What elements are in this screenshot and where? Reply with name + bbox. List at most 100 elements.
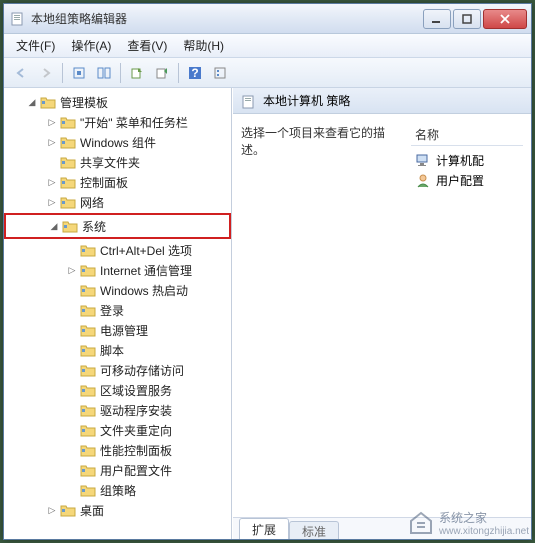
tree-item[interactable]: 组策略 xyxy=(4,480,231,500)
tree-item[interactable]: ▷ Windows 组件 xyxy=(4,132,231,152)
tree-label: 电源管理 xyxy=(100,322,148,339)
tree-item[interactable]: 登录 xyxy=(4,300,231,320)
tree-label: 管理模板 xyxy=(60,94,108,111)
tree-item[interactable]: ▷ "开始" 菜单和任务栏 xyxy=(4,112,231,132)
tree-label: Internet 通信管理 xyxy=(100,262,192,279)
details-panel: 本地计算机 策略 选择一个项目来查看它的描述。 名称 计算机配 用户配置 xyxy=(232,88,531,539)
tree-root[interactable]: ◢ 管理模板 xyxy=(4,92,231,112)
list-item-computer[interactable]: 计算机配 xyxy=(411,150,523,170)
tree-label: "开始" 菜单和任务栏 xyxy=(80,114,188,131)
tree-item[interactable]: Ctrl+Alt+Del 选项 xyxy=(4,240,231,260)
policy-icon xyxy=(241,94,257,108)
tree-label: 登录 xyxy=(100,302,124,319)
folder-icon xyxy=(80,263,96,277)
menu-view[interactable]: 查看(V) xyxy=(119,34,175,57)
tab-standard[interactable]: 标准 xyxy=(289,521,339,539)
tree-item[interactable]: 可移动存储访问 xyxy=(4,360,231,380)
tree-item[interactable]: 脚本 xyxy=(4,340,231,360)
svg-text:?: ? xyxy=(191,66,198,80)
description-column: 选择一个项目来查看它的描述。 xyxy=(241,124,411,507)
menu-action[interactable]: 操作(A) xyxy=(63,34,119,57)
refresh-button[interactable] xyxy=(151,62,173,84)
tree-label: Windows 组件 xyxy=(80,134,156,151)
tree-label: 组策略 xyxy=(100,482,136,499)
column-header-name[interactable]: 名称 xyxy=(411,124,523,146)
help-button[interactable]: ? xyxy=(184,62,206,84)
folder-icon xyxy=(60,503,76,517)
export-button[interactable] xyxy=(126,62,148,84)
folder-icon xyxy=(60,175,76,189)
list-item-user[interactable]: 用户配置 xyxy=(411,170,523,190)
separator xyxy=(120,63,121,83)
tree-label: 性能控制面板 xyxy=(100,442,172,459)
expand-icon[interactable]: ▷ xyxy=(46,136,58,148)
folder-icon xyxy=(80,323,96,337)
window-buttons xyxy=(423,9,527,29)
folder-icon xyxy=(60,155,76,169)
toolbar: ? xyxy=(4,58,531,88)
tree-item[interactable]: ▷ Internet 通信管理 xyxy=(4,260,231,280)
main-window: 本地组策略编辑器 文件(F) 操作(A) 查看(V) 帮助(H) ? ◢ 管理模 xyxy=(3,3,532,540)
folder-icon xyxy=(80,363,96,377)
tree-item-desktop[interactable]: ▷ 桌面 xyxy=(4,500,231,520)
folder-icon xyxy=(60,135,76,149)
folder-icon xyxy=(80,403,96,417)
expand-icon[interactable]: ▷ xyxy=(46,504,58,516)
show-hide-button[interactable] xyxy=(93,62,115,84)
tree-label: 文件夹重定向 xyxy=(100,422,172,439)
tree-label: 脚本 xyxy=(100,342,124,359)
folder-icon xyxy=(40,95,56,109)
collapse-icon[interactable]: ◢ xyxy=(48,220,60,232)
properties-button[interactable] xyxy=(209,62,231,84)
close-button[interactable] xyxy=(483,9,527,29)
tree-label: 可移动存储访问 xyxy=(100,362,184,379)
tree-item[interactable]: Windows 热启动 xyxy=(4,280,231,300)
tree-item[interactable]: 共享文件夹 xyxy=(4,152,231,172)
tree-item-system[interactable]: ◢ 系统 xyxy=(6,216,229,236)
computer-icon xyxy=(415,152,431,168)
menu-help[interactable]: 帮助(H) xyxy=(175,34,232,57)
folder-icon xyxy=(80,243,96,257)
expand-icon[interactable]: ▷ xyxy=(46,176,58,188)
menubar: 文件(F) 操作(A) 查看(V) 帮助(H) xyxy=(4,34,531,58)
tree-group: ▷ "开始" 菜单和任务栏 ▷ Windows 组件共享文件夹▷控制面板▷网络 xyxy=(4,112,231,212)
folder-icon xyxy=(60,115,76,129)
details-title: 本地计算机 策略 xyxy=(263,92,350,109)
up-button[interactable] xyxy=(68,62,90,84)
tree-item[interactable]: 驱动程序安装 xyxy=(4,400,231,420)
folder-icon xyxy=(80,383,96,397)
separator xyxy=(62,63,63,83)
tree-item[interactable]: 区域设置服务 xyxy=(4,380,231,400)
tree-label: 桌面 xyxy=(80,502,104,519)
item-label: 计算机配 xyxy=(436,152,484,169)
expand-icon[interactable]: ▷ xyxy=(46,196,58,208)
titlebar: 本地组策略编辑器 xyxy=(4,4,531,34)
forward-button xyxy=(35,62,57,84)
tree-panel[interactable]: ◢ 管理模板 ▷ "开始" 菜单和任务栏 ▷ Windows 组件共享文件夹▷控制面板… xyxy=(4,88,232,539)
folder-icon xyxy=(80,483,96,497)
tree-label: 系统 xyxy=(82,218,106,235)
tree-item[interactable]: ▷控制面板 xyxy=(4,172,231,192)
folder-icon xyxy=(80,303,96,317)
folder-icon xyxy=(80,463,96,477)
maximize-button[interactable] xyxy=(453,9,481,29)
tree-item[interactable]: 用户配置文件 xyxy=(4,460,231,480)
tree-label: 区域设置服务 xyxy=(100,382,172,399)
expand-icon[interactable]: ▷ xyxy=(46,116,58,128)
expand-icon[interactable]: ▷ xyxy=(66,264,78,276)
tree-group: Ctrl+Alt+Del 选项 ▷ Internet 通信管理Windows 热启动… xyxy=(4,240,231,500)
menu-file[interactable]: 文件(F) xyxy=(8,34,63,57)
collapse-icon[interactable]: ◢ xyxy=(26,96,38,108)
tree-item[interactable]: 性能控制面板 xyxy=(4,440,231,460)
folder-icon xyxy=(60,195,76,209)
folder-icon xyxy=(80,283,96,297)
tabs: 扩展 标准 xyxy=(233,517,531,539)
tree-item[interactable]: ▷网络 xyxy=(4,192,231,212)
tree-item[interactable]: 文件夹重定向 xyxy=(4,420,231,440)
tree-label: 用户配置文件 xyxy=(100,462,172,479)
tab-extended[interactable]: 扩展 xyxy=(239,518,289,539)
content-area: ◢ 管理模板 ▷ "开始" 菜单和任务栏 ▷ Windows 组件共享文件夹▷控制面板… xyxy=(4,88,531,539)
user-icon xyxy=(415,172,431,188)
tree-item[interactable]: 电源管理 xyxy=(4,320,231,340)
minimize-button[interactable] xyxy=(423,9,451,29)
